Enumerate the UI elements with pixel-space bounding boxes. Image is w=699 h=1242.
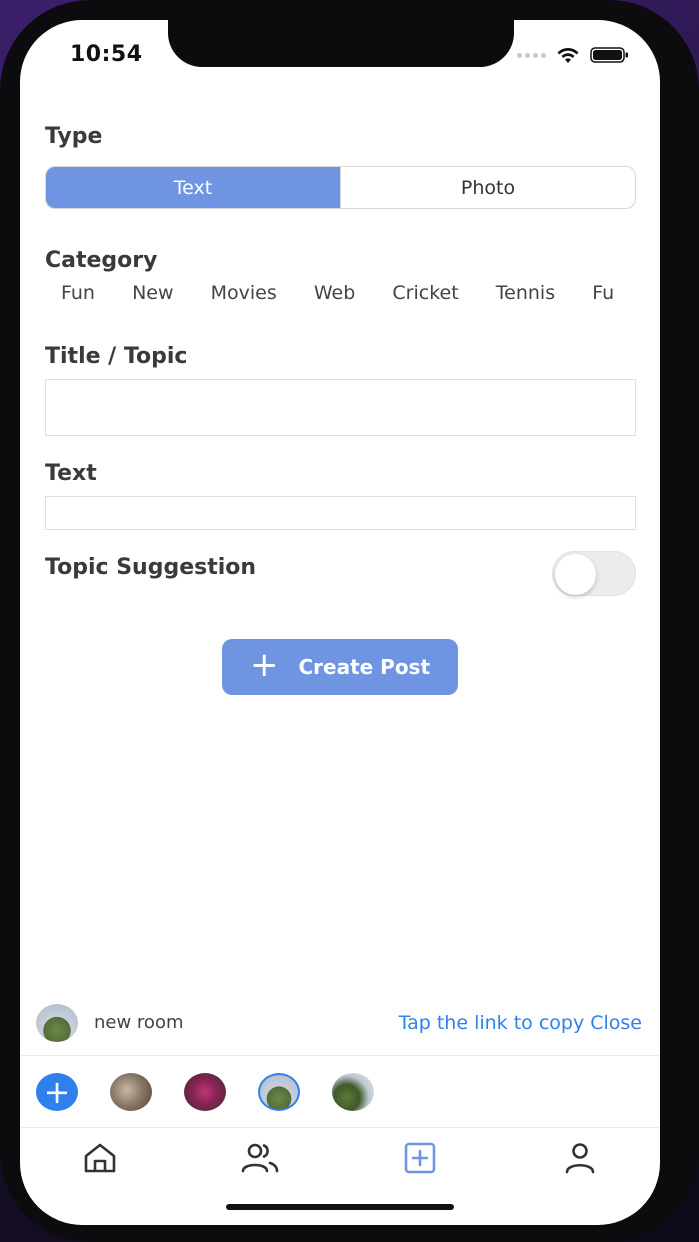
type-label: Type <box>45 124 103 149</box>
device-notch <box>168 20 514 67</box>
add-story-button[interactable]: + <box>36 1073 78 1111</box>
category-item[interactable]: Cricket <box>392 282 458 304</box>
type-option-photo[interactable]: Photo <box>340 167 635 208</box>
status-time: 10:54 <box>70 42 143 67</box>
category-label: Category <box>45 248 158 273</box>
type-selector: Text Photo <box>45 166 636 209</box>
text-input[interactable] <box>45 496 636 530</box>
signal-icon <box>517 52 546 58</box>
create-post-button[interactable]: + Create Post <box>222 639 458 695</box>
battery-icon <box>590 47 628 63</box>
home-icon <box>84 1143 116 1173</box>
home-indicator <box>226 1204 454 1210</box>
people-icon <box>241 1143 279 1173</box>
wifi-icon <box>557 48 579 63</box>
copy-link-close-button[interactable]: Tap the link to copy Close <box>399 1012 642 1034</box>
create-post-label: Create Post <box>298 655 431 679</box>
type-option-text[interactable]: Text <box>46 167 340 208</box>
title-label: Title / Topic <box>45 344 188 369</box>
category-item[interactable]: Web <box>314 282 355 304</box>
plus-icon: + <box>249 645 279 685</box>
profile-icon <box>565 1143 595 1174</box>
category-item[interactable]: Fu <box>592 282 614 304</box>
topic-suggestion-toggle[interactable] <box>552 551 636 596</box>
tab-bar <box>20 1128 660 1188</box>
story-avatar[interactable] <box>110 1073 152 1111</box>
title-input[interactable] <box>45 379 636 436</box>
room-bar: new room Tap the link to copy Close <box>20 1000 660 1056</box>
toggle-knob <box>555 554 596 595</box>
story-row: + <box>20 1056 660 1128</box>
text-label: Text <box>45 461 97 486</box>
story-avatar[interactable] <box>332 1073 374 1111</box>
story-avatar-selected[interactable] <box>258 1073 300 1111</box>
room-avatar[interactable] <box>36 1004 78 1042</box>
tab-people[interactable] <box>238 1136 282 1180</box>
tab-add-post[interactable] <box>398 1136 442 1180</box>
topic-suggestion-label: Topic Suggestion <box>45 555 257 580</box>
app-screen: 10:54 Type Text Photo Category Fun New M… <box>20 20 660 1225</box>
tab-home[interactable] <box>78 1136 122 1180</box>
status-icons <box>517 46 630 64</box>
category-item[interactable]: Movies <box>211 282 277 304</box>
category-item[interactable]: New <box>132 282 173 304</box>
category-list[interactable]: Fun New Movies Web Cricket Tennis Fu <box>45 282 636 312</box>
category-item[interactable]: Tennis <box>496 282 555 304</box>
story-avatar[interactable] <box>184 1073 226 1111</box>
room-name: new room <box>94 1012 184 1033</box>
category-item[interactable]: Fun <box>61 282 95 304</box>
tab-profile[interactable] <box>558 1136 602 1180</box>
add-post-icon <box>404 1142 436 1174</box>
